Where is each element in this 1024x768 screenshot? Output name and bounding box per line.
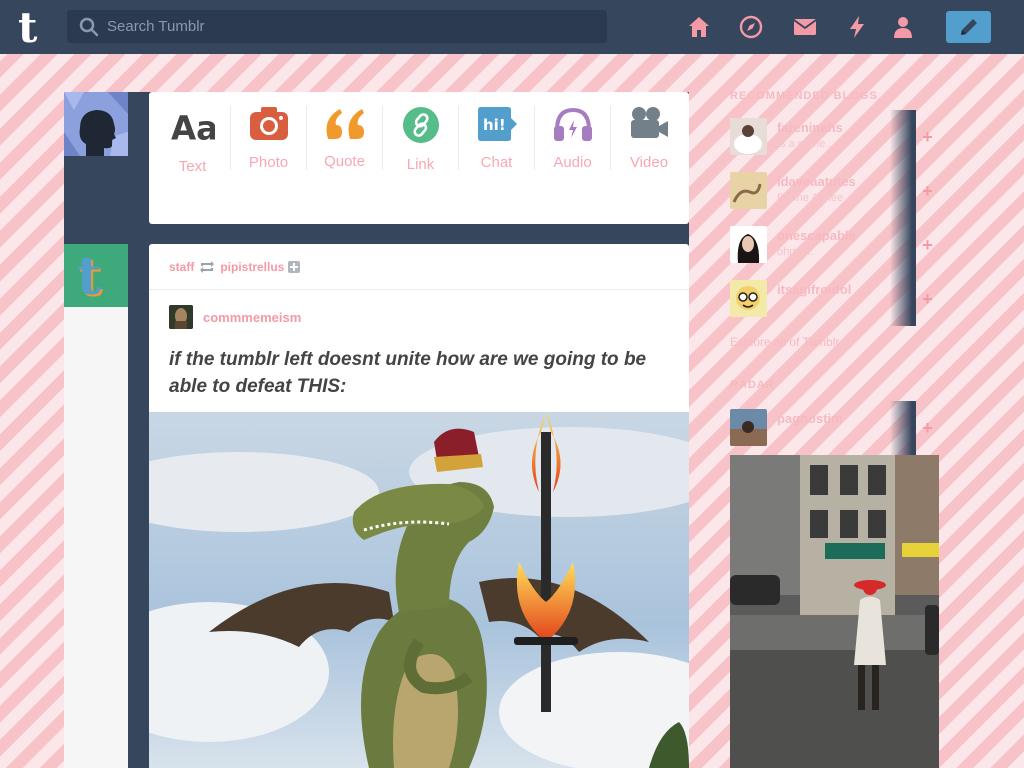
reblog-source-link[interactable]: pipistrellus bbox=[220, 260, 284, 274]
blog-avatar[interactable] bbox=[730, 280, 767, 317]
tumblr-logo-icon[interactable]: t bbox=[14, 3, 54, 52]
recommended-blog[interactable]: fareninehs Is a name... + bbox=[730, 110, 939, 164]
post-type-audio[interactable]: Audio bbox=[535, 106, 611, 171]
svg-text:hi!: hi! bbox=[483, 116, 506, 134]
recommended-blog[interactable]: itsagifroidol ... + bbox=[730, 272, 939, 326]
blog-avatar[interactable] bbox=[730, 409, 767, 446]
reblogger-link[interactable]: staff bbox=[169, 260, 194, 274]
post-type-text[interactable]: Aa Text bbox=[155, 106, 231, 175]
link-icon bbox=[399, 106, 443, 144]
name-fade bbox=[890, 401, 916, 455]
post-type-label: Text bbox=[178, 158, 207, 175]
account-icon[interactable] bbox=[891, 15, 915, 39]
post-type-photo[interactable]: Photo bbox=[231, 106, 307, 171]
quote-icon bbox=[323, 106, 367, 141]
recommended-blog[interactable]: onescapable ohme... + bbox=[730, 218, 939, 272]
video-camera-icon bbox=[627, 106, 671, 142]
post-type-quote[interactable]: Quote bbox=[307, 106, 383, 170]
follow-plus-icon[interactable]: + bbox=[916, 401, 939, 455]
follow-plus-icon[interactable]: + bbox=[916, 272, 939, 326]
author-avatar[interactable] bbox=[169, 305, 193, 329]
search-input[interactable] bbox=[107, 18, 587, 35]
blog-subtitle: Bonne Annee bbox=[777, 192, 844, 204]
name-fade bbox=[890, 218, 916, 272]
post-type-label: Chat bbox=[480, 154, 513, 171]
recommended-heading: RECOMMENDED BLOGS bbox=[730, 90, 878, 102]
blog-avatar[interactable] bbox=[730, 118, 767, 155]
blog-avatar[interactable] bbox=[730, 226, 767, 263]
radar-blog[interactable]: pagnostim + bbox=[730, 401, 939, 455]
post-type-label: Audio bbox=[553, 154, 592, 171]
reblog-icon bbox=[200, 260, 215, 273]
post-type-link[interactable]: Link bbox=[383, 106, 459, 173]
post-type-selector: Aa Text Photo Quote Link hi! Chat Audio … bbox=[149, 92, 689, 224]
post-type-label: Quote bbox=[324, 153, 365, 170]
blog-subtitle: ohme... bbox=[777, 246, 814, 258]
blog-name[interactable]: itsagifroidol bbox=[777, 282, 851, 297]
activity-icon[interactable] bbox=[845, 15, 869, 39]
user-avatar[interactable] bbox=[64, 92, 128, 156]
headphones-icon bbox=[551, 106, 595, 142]
compose-button[interactable] bbox=[946, 11, 991, 43]
post-type-video[interactable]: Video bbox=[611, 106, 687, 171]
follow-plus-icon[interactable]: + bbox=[916, 110, 939, 164]
inbox-icon[interactable] bbox=[793, 15, 817, 39]
author-name[interactable]: commmemeism bbox=[203, 310, 301, 325]
dashboard-post: staff pipistrellus commmemeism if the tu… bbox=[149, 244, 689, 768]
post-type-label: Photo bbox=[248, 154, 289, 171]
home-icon[interactable] bbox=[687, 15, 711, 39]
pencil-icon bbox=[960, 19, 977, 35]
left-gutter bbox=[64, 307, 128, 768]
post-type-label: Link bbox=[406, 156, 435, 173]
camera-icon bbox=[247, 106, 291, 142]
follow-plus-icon[interactable]: + bbox=[916, 164, 939, 218]
name-fade bbox=[890, 272, 916, 326]
recommended-blog[interactable]: idaveaatutes Bonne Annee + bbox=[730, 164, 939, 218]
blog-subtitle: Is a name... bbox=[777, 138, 835, 150]
search-icon bbox=[79, 17, 99, 36]
name-fade bbox=[890, 110, 916, 164]
radar-photo[interactable] bbox=[730, 455, 939, 768]
post-type-label: Video bbox=[629, 154, 669, 171]
blog-name[interactable]: pagnostim bbox=[777, 411, 843, 426]
post-body-text: if the tumblr left doesnt unite how are … bbox=[169, 349, 647, 397]
post-photo[interactable] bbox=[149, 412, 689, 768]
explore-link[interactable]: Explore all of Tumblr bbox=[730, 335, 839, 349]
post-author[interactable]: commmemeism bbox=[169, 305, 301, 329]
name-fade bbox=[890, 164, 916, 218]
follow-plus-icon[interactable]: + bbox=[916, 218, 939, 272]
staff-avatar[interactable]: t t bbox=[64, 244, 128, 309]
svg-text:Aa: Aa bbox=[171, 109, 215, 146]
post-header: staff pipistrellus bbox=[149, 244, 689, 290]
svg-text:t: t bbox=[77, 246, 101, 307]
search-bar[interactable] bbox=[67, 10, 607, 43]
svg-text:t: t bbox=[18, 6, 38, 48]
explore-icon[interactable] bbox=[739, 15, 763, 39]
text-icon: Aa bbox=[171, 106, 215, 146]
radar-heading: RADAR bbox=[730, 379, 775, 391]
blog-subtitle: ... bbox=[777, 300, 787, 312]
blog-name[interactable]: onescapable bbox=[777, 228, 856, 243]
top-nav-bar: t bbox=[0, 0, 1024, 54]
blog-name[interactable]: fareninehs bbox=[777, 120, 843, 135]
follow-plus-icon[interactable] bbox=[288, 260, 301, 273]
blog-name[interactable]: idaveaatutes bbox=[777, 174, 856, 189]
chat-icon: hi! bbox=[475, 106, 519, 142]
post-type-chat[interactable]: hi! Chat bbox=[459, 106, 535, 171]
blog-avatar[interactable] bbox=[730, 172, 767, 209]
